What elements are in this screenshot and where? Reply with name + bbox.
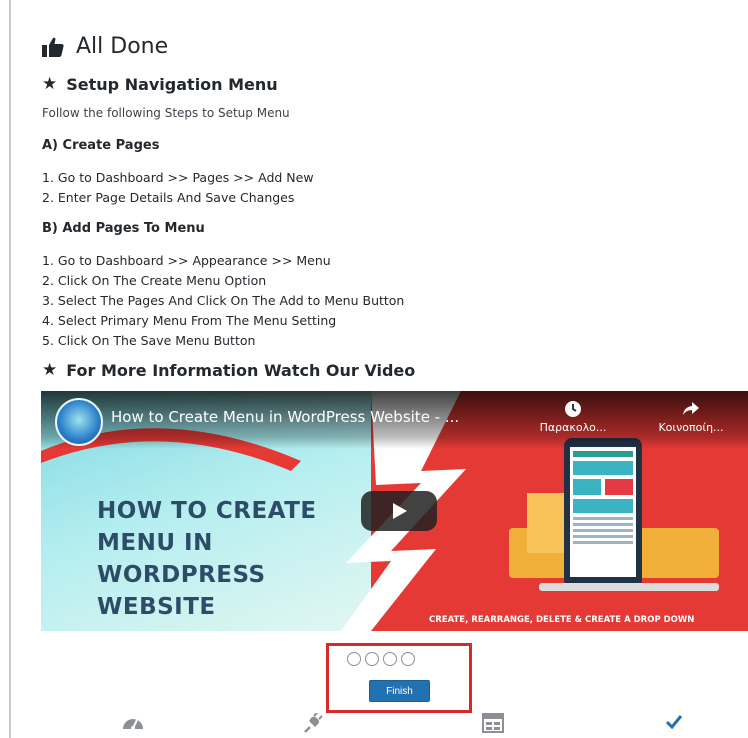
list-item: 4. Select Primary Menu From The Menu Set… [42,313,337,328]
watch-later-label: Παρακολο... [539,421,607,434]
laptop-illustration [509,433,729,607]
play-button[interactable] [361,491,437,531]
list-item: 3. Select The Pages And Click On The Add… [42,293,405,308]
page-title-text: All Done [76,34,169,59]
section-a-heading: A) Create Pages [42,138,160,153]
clock-icon [538,399,608,421]
checkmark-icon[interactable] [664,713,684,731]
step-progress-dots [347,652,415,666]
plugin-plug-icon[interactable] [302,713,324,733]
thumbnail-heading-line: WEBSITE [97,594,216,620]
section-b-heading: B) Add Pages To Menu [42,221,205,236]
section-a-steps: 1. Go to Dashboard >> Pages >> Add New 2… [42,168,314,208]
video-title[interactable]: How to Create Menu in WordPress Website … [111,408,459,426]
step-dot [347,652,361,666]
dashboard-gauge-icon[interactable] [121,713,145,731]
thumbnail-heading-line: MENU IN [97,530,213,556]
share-arrow-icon [651,399,731,421]
layout-grid-icon[interactable] [482,713,504,733]
page-title: All Done [42,34,168,59]
star-icon: ★ [42,74,58,94]
play-icon [393,503,407,519]
video-section-heading: ★ For More Information Watch Our Video [42,360,415,380]
thumbnail-heading-line: HOW TO CREATE [97,498,317,524]
list-item: 2. Enter Page Details And Save Changes [42,190,295,205]
video-section-heading-text: For More Information Watch Our Video [66,360,416,380]
share-label: Κοινοποίη... [658,421,724,434]
thumbs-up-icon [42,37,64,57]
step-dot [365,652,379,666]
list-item: 1. Go to Dashboard >> Appearance >> Menu [42,253,331,268]
finish-button[interactable]: Finish [369,680,430,702]
youtube-video-embed[interactable]: How to Create Menu in WordPress Website … [41,391,748,631]
watch-later-button[interactable]: Παρακολο... [538,399,608,434]
thumbnail-heading-line: WORDPRESS [97,562,266,588]
setup-menu-heading-text: Setup Navigation Menu [66,74,278,94]
thumbnail-heading: HOW TO CREATE MENU IN WORDPRESS WEBSITE [97,495,317,623]
channel-logo-icon[interactable] [55,398,103,446]
share-button[interactable]: Κοινοποίη... [651,399,731,434]
setup-intro-text: Follow the following Steps to Setup Menu [42,106,290,120]
list-item: 1. Go to Dashboard >> Pages >> Add New [42,170,314,185]
section-b-steps: 1. Go to Dashboard >> Appearance >> Menu… [42,251,404,351]
step-dot [401,652,415,666]
list-item: 5. Click On The Save Menu Button [42,333,256,348]
content-left-border [9,0,11,738]
list-item: 2. Click On The Create Menu Option [42,273,267,288]
thumbnail-footer-text: CREATE, REARRANGE, DELETE & CREATE A DRO… [429,615,695,625]
setup-menu-heading: ★ Setup Navigation Menu [42,74,278,94]
star-icon: ★ [42,360,58,380]
step-dot [383,652,397,666]
